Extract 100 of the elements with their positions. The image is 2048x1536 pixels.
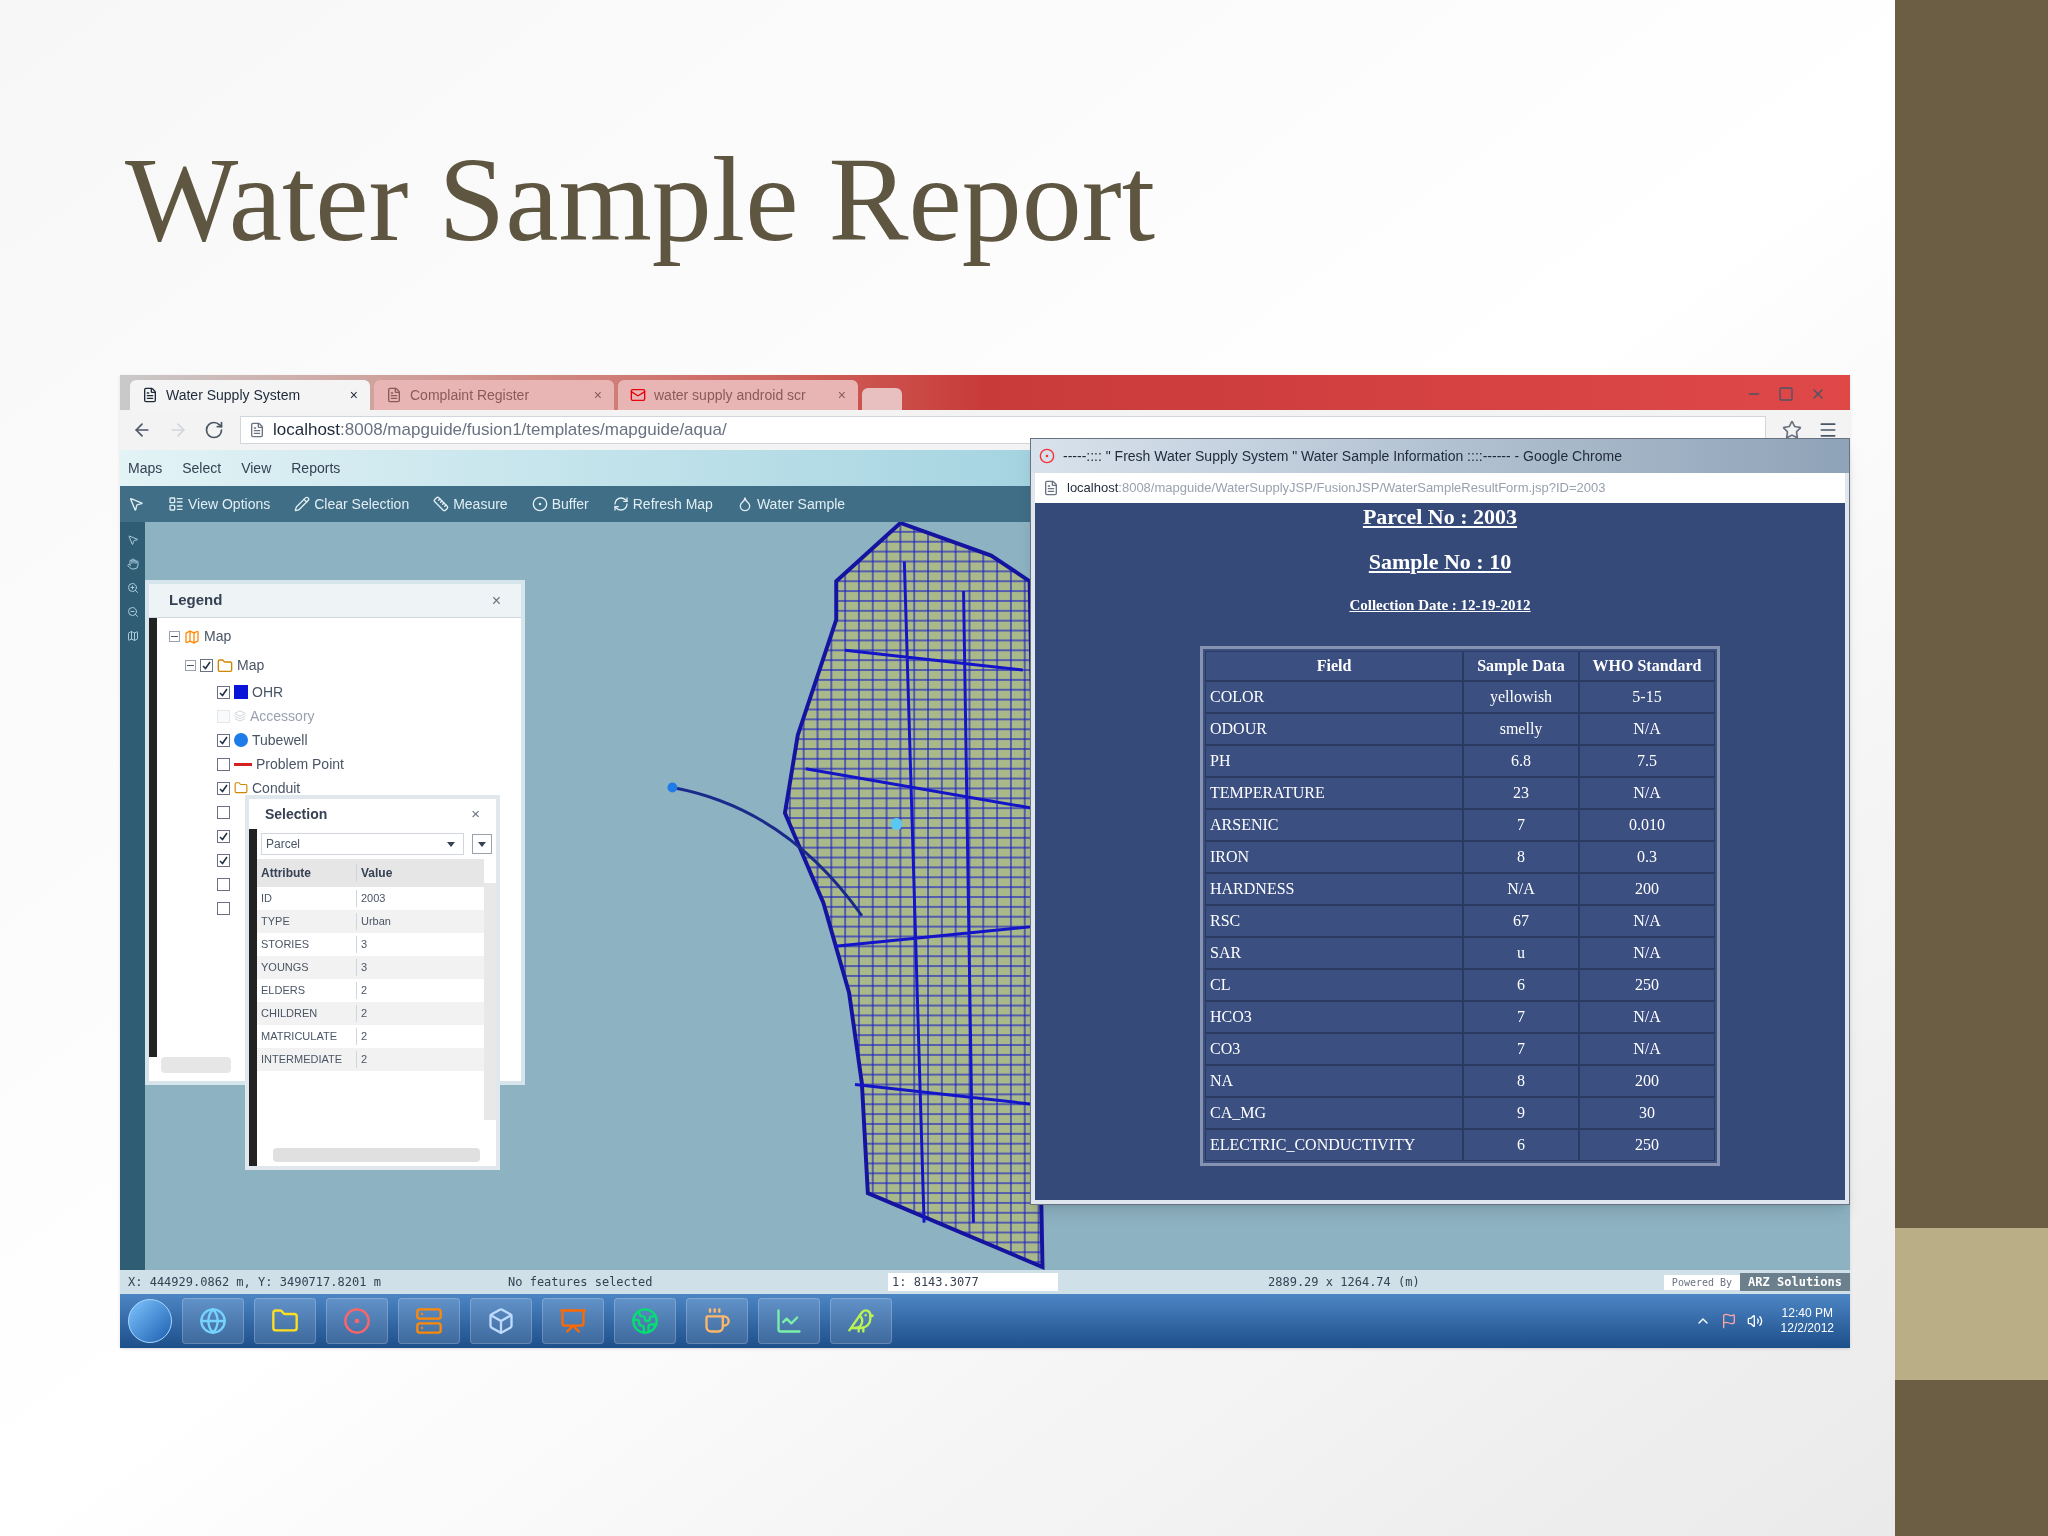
flag-icon[interactable] bbox=[1720, 1313, 1737, 1329]
zoom-out-icon[interactable] bbox=[126, 606, 139, 618]
taskbar-app[interactable] bbox=[470, 1298, 532, 1344]
menu-item[interactable]: Reports bbox=[291, 457, 341, 479]
panel-close[interactable]: × bbox=[471, 802, 480, 826]
layer-checkbox[interactable] bbox=[217, 829, 230, 843]
brand-text: ARZ Solutions bbox=[1740, 1273, 1850, 1291]
layer-checkbox[interactable] bbox=[217, 877, 230, 891]
taskbar-app[interactable] bbox=[254, 1298, 316, 1344]
check-icon bbox=[202, 661, 211, 670]
taskbar-app[interactable] bbox=[542, 1298, 604, 1344]
menu-item[interactable]: Select bbox=[182, 457, 222, 479]
table-cell: N/A bbox=[1579, 713, 1715, 745]
toolbar-button[interactable]: Buffer bbox=[531, 493, 589, 515]
layer-checkbox[interactable] bbox=[217, 757, 230, 771]
browser-tab[interactable]: Water Supply System × bbox=[130, 380, 370, 410]
column-header: Value bbox=[360, 865, 394, 882]
table-cell: 30 bbox=[1579, 1097, 1715, 1129]
zoom-in-icon[interactable] bbox=[126, 582, 139, 594]
tab-close[interactable]: × bbox=[593, 384, 602, 406]
table-cell: TYPE bbox=[257, 913, 357, 930]
tab-close[interactable]: × bbox=[837, 384, 846, 406]
table-cell: NA bbox=[1205, 1065, 1463, 1097]
table-cell: 250 bbox=[1579, 1129, 1715, 1161]
column-header: WHO Standard bbox=[1579, 651, 1715, 681]
layer-checkbox[interactable] bbox=[217, 733, 230, 747]
volume-icon[interactable] bbox=[1746, 1313, 1763, 1329]
menu-item[interactable]: View bbox=[241, 457, 272, 479]
star-icon[interactable] bbox=[1782, 420, 1802, 440]
layer-checkbox[interactable] bbox=[217, 781, 230, 795]
taskbar-app[interactable] bbox=[398, 1298, 460, 1344]
tab-label: Complaint Register bbox=[410, 385, 531, 405]
toolbar-button[interactable]: Water Sample bbox=[736, 493, 846, 515]
table-cell-text: 2 bbox=[360, 1029, 369, 1045]
tab-close[interactable]: × bbox=[349, 384, 358, 406]
expander[interactable] bbox=[185, 660, 196, 671]
layer-checkbox[interactable] bbox=[200, 659, 213, 672]
panel-close[interactable]: × bbox=[491, 588, 501, 613]
taskbar-app[interactable] bbox=[758, 1298, 820, 1344]
table-cell: u bbox=[1463, 937, 1579, 969]
table-cell: 6.8 bbox=[1463, 745, 1579, 777]
start-button[interactable] bbox=[128, 1299, 172, 1343]
map-icon[interactable] bbox=[126, 630, 139, 642]
table-cell: CL bbox=[1205, 969, 1463, 1001]
tree-label: OHR bbox=[252, 682, 284, 702]
toolbar-button[interactable]: Refresh Map bbox=[612, 493, 713, 515]
reload-icon[interactable] bbox=[204, 420, 224, 440]
menu-dropdown[interactable] bbox=[472, 834, 492, 854]
table-cell: IRON bbox=[1205, 841, 1463, 873]
earth-icon bbox=[631, 1307, 659, 1335]
table-cell: MATRICULATE bbox=[257, 1028, 357, 1045]
menu-icon[interactable] bbox=[1818, 420, 1838, 440]
scrollbar[interactable] bbox=[484, 883, 496, 1120]
browser-tab[interactable]: water supply android scr × bbox=[618, 380, 858, 410]
map-icon bbox=[184, 628, 200, 645]
parcel-heading: Parcel No : 2003 bbox=[1362, 503, 1518, 531]
table-cell: 200 bbox=[1579, 873, 1715, 905]
layer-checkbox[interactable] bbox=[217, 853, 230, 867]
scrollbar[interactable] bbox=[161, 1057, 231, 1073]
taskbar-app[interactable] bbox=[326, 1298, 388, 1344]
bird-icon bbox=[847, 1307, 875, 1335]
pencil-icon bbox=[294, 496, 311, 512]
mail-icon bbox=[630, 387, 646, 403]
scrollbar[interactable] bbox=[273, 1148, 480, 1162]
taskbar-app[interactable] bbox=[830, 1298, 892, 1344]
browser-tab[interactable]: Complaint Register × bbox=[374, 380, 614, 410]
url-field[interactable]: localhost:8008/mapguide/fusion1/templates/mapguide/aqua/ bbox=[240, 416, 1766, 444]
layer-dropdown[interactable]: Parcel bbox=[261, 833, 464, 855]
hand-icon[interactable] bbox=[126, 558, 139, 570]
tab-label: water supply android scr bbox=[654, 385, 807, 405]
pointer-icon[interactable] bbox=[128, 496, 144, 512]
menu-item[interactable]: Maps bbox=[128, 457, 163, 479]
toolbar-button[interactable]: Clear Selection bbox=[294, 493, 410, 515]
toolbar-button[interactable]: Measure bbox=[433, 493, 508, 515]
taskbar-app[interactable] bbox=[614, 1298, 676, 1344]
table-cell: INTERMEDIATE bbox=[257, 1051, 357, 1068]
page-icon bbox=[249, 422, 265, 438]
pointer-icon[interactable] bbox=[126, 534, 139, 546]
table-cell: 5-15 bbox=[1579, 681, 1715, 713]
table-cell: YOUNGS bbox=[257, 959, 357, 976]
expander[interactable] bbox=[169, 631, 180, 642]
cup-icon bbox=[703, 1307, 731, 1335]
layer-checkbox[interactable] bbox=[217, 685, 230, 699]
table-cell: ARSENIC bbox=[1205, 809, 1463, 841]
table-cell: 8 bbox=[1463, 1065, 1579, 1097]
layer-checkbox[interactable] bbox=[217, 805, 230, 819]
check-icon bbox=[219, 687, 228, 697]
tree-label: Conduit bbox=[252, 778, 301, 798]
check-icon bbox=[219, 783, 228, 793]
table-cell-text: 2003 bbox=[360, 891, 387, 907]
table-cell: N/A bbox=[1463, 873, 1579, 905]
layer-checkbox[interactable] bbox=[217, 901, 230, 915]
scale-field[interactable]: 1: 8143.3077 bbox=[888, 1273, 1058, 1291]
clock[interactable]: 12:40 PM 12/2/2012 bbox=[1772, 1306, 1842, 1336]
taskbar-app[interactable] bbox=[686, 1298, 748, 1344]
taskbar-app[interactable] bbox=[182, 1298, 244, 1344]
table-cell: TEMPERATURE bbox=[1205, 777, 1463, 809]
url-field[interactable]: localhost:8008/mapguide/WaterSupplyJSP/FusionJSP/WaterSampleResultForm.jsp?ID=2003 bbox=[1035, 473, 1845, 503]
table-cell: 7 bbox=[1463, 1001, 1579, 1033]
toolbar-button[interactable]: View Options bbox=[168, 493, 271, 515]
